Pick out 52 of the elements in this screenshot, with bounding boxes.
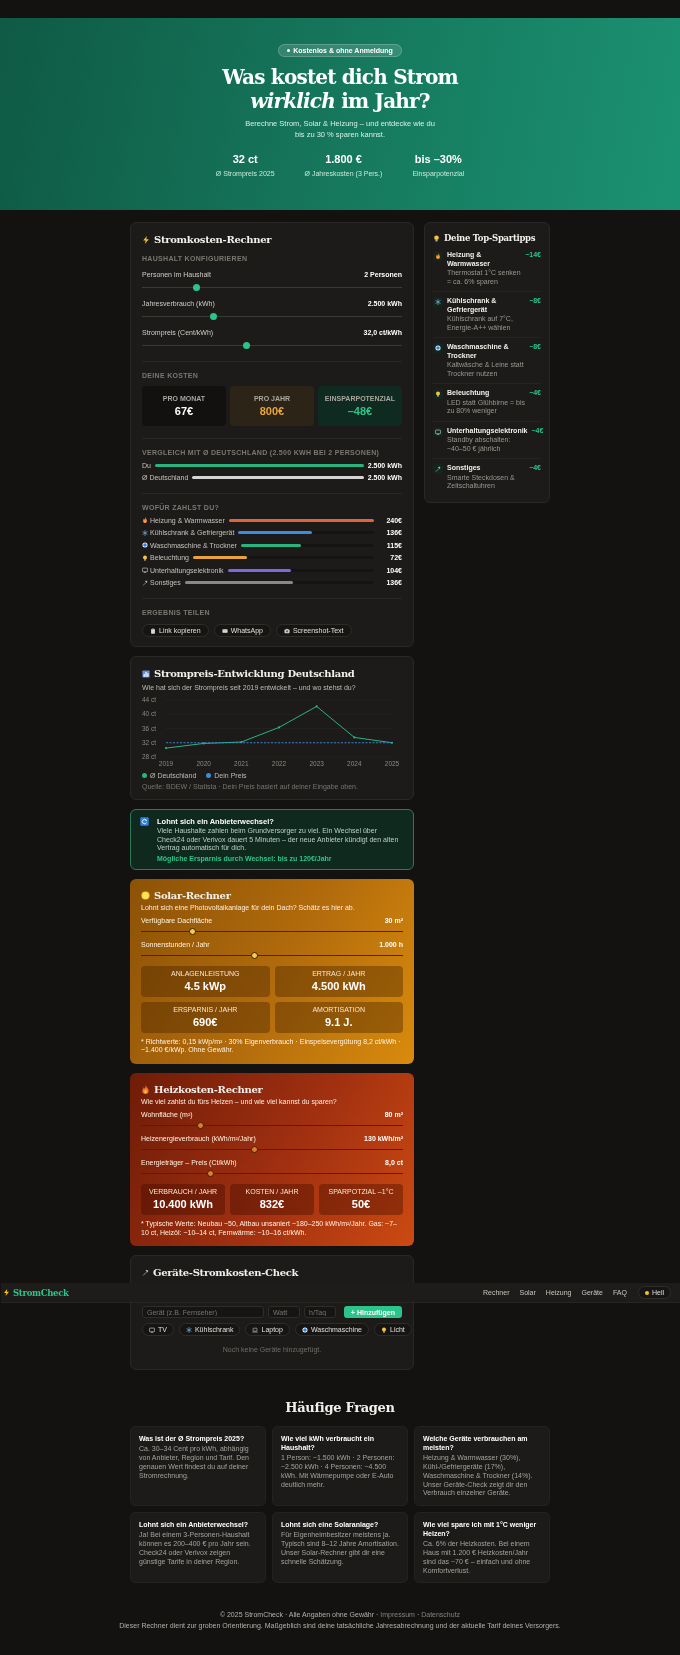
slider-thumb[interactable] xyxy=(192,284,200,291)
card-title: Geräte-Stromkosten-Check xyxy=(142,1267,402,1279)
tile-value: 67€ xyxy=(174,405,194,417)
flame-icon xyxy=(141,1084,150,1094)
tile-value: 9.1 J. xyxy=(325,1016,353,1029)
hammer-icon xyxy=(142,579,148,586)
bulb-icon xyxy=(142,554,148,561)
section-title: Häufige Fragen xyxy=(284,1400,396,1416)
tv-icon xyxy=(142,567,148,573)
hero-title: Was kostet dich Strom wirklich im Jahr? xyxy=(222,65,458,113)
tv-icon xyxy=(149,1326,155,1333)
bulb-icon xyxy=(381,1326,387,1333)
stat-value: 32 ct xyxy=(232,153,258,165)
bolt-icon xyxy=(142,235,150,244)
refresh-icon xyxy=(140,817,149,826)
slider-thumb[interactable] xyxy=(210,313,218,320)
tile-value: 10.400 kWh xyxy=(153,1198,213,1211)
tile-value: 50€ xyxy=(351,1198,371,1211)
snowflake-icon xyxy=(185,1326,192,1333)
bulb-icon xyxy=(433,234,440,242)
tile-value: 690€ xyxy=(193,1016,218,1029)
camera-icon xyxy=(283,627,290,634)
slider-thumb[interactable] xyxy=(243,342,251,349)
tile-value: 800€ xyxy=(259,405,285,417)
clipboard-icon xyxy=(150,627,156,634)
logo[interactable]: StromCheck xyxy=(13,1287,69,1298)
envelope-icon xyxy=(221,627,228,634)
slider-thumb[interactable] xyxy=(197,1121,205,1129)
circle-icon xyxy=(301,1326,308,1333)
flame-icon xyxy=(142,517,148,523)
slider-thumb[interactable] xyxy=(207,1169,215,1177)
tile-value: –48€ xyxy=(347,405,373,417)
card-title: Stromkosten-Rechner xyxy=(142,234,402,245)
card-title: Strompreis-Entwicklung Deutschland xyxy=(142,668,402,679)
bar-chart-icon xyxy=(142,669,150,678)
snowflake-icon xyxy=(142,529,148,536)
card-title: Heizkosten-Rechner xyxy=(141,1083,403,1095)
slider-thumb[interactable] xyxy=(189,927,197,935)
tile-value: 832€ xyxy=(259,1198,285,1211)
stat-value: 1.800 € xyxy=(325,153,362,165)
stat-value: bis –30% xyxy=(414,153,462,165)
slider-thumb[interactable] xyxy=(250,1145,258,1153)
sun-icon xyxy=(141,890,150,900)
tile-value: 4.5 kWp xyxy=(184,980,227,993)
bolt-icon xyxy=(3,1289,10,1297)
laptop-icon xyxy=(252,1326,259,1333)
card-title: Deine Top-Spartipps xyxy=(433,233,541,243)
hammer-icon xyxy=(142,1269,149,1277)
tile-value: 4.500 kWh xyxy=(311,980,366,993)
card-title: Solar-Rechner xyxy=(141,889,403,901)
circle-icon xyxy=(142,542,148,548)
slider-thumb[interactable] xyxy=(250,951,258,959)
